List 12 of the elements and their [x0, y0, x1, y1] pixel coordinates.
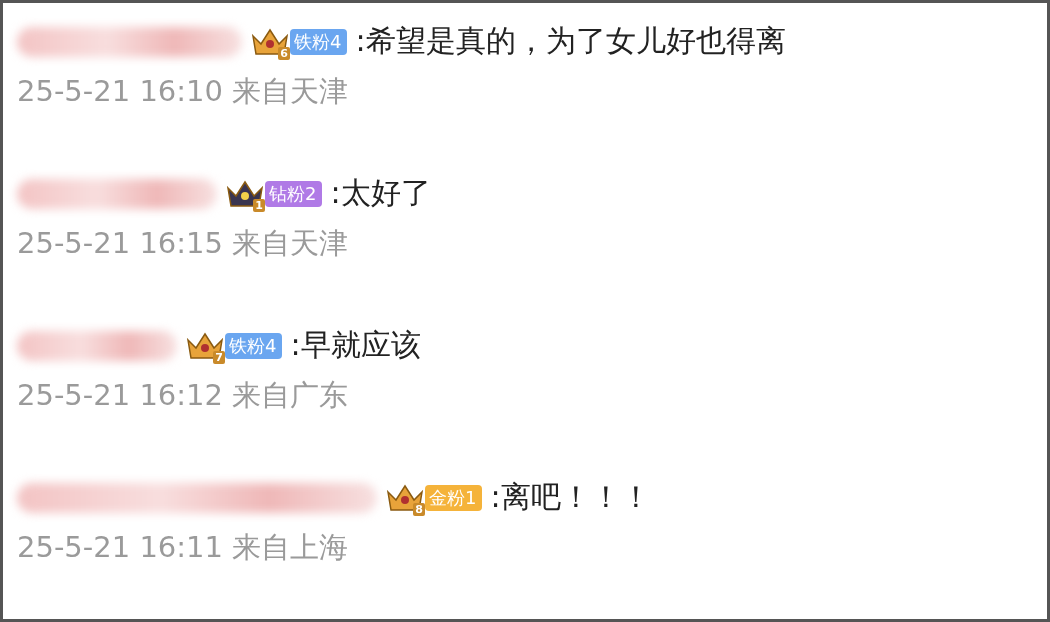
fan-badge: 铁粉4: [290, 28, 348, 55]
comment-text: :早就应该: [290, 326, 421, 364]
fan-badge: 金粉1: [425, 484, 483, 511]
comment-time: 25-5-21 16:12 来自广东: [17, 377, 350, 414]
fan-badge: 铁粉4: [225, 332, 283, 359]
comment-text: :离吧！！！: [490, 478, 651, 516]
comment-time: 25-5-21 16:11 来自上海: [17, 529, 350, 566]
comment-text: :希望是真的，为了女儿好也得离: [355, 22, 786, 60]
comment-time: 25-5-21 16:15 来自天津: [17, 225, 350, 262]
fan-badge: 钻粉2: [265, 180, 323, 207]
comment-text: :太好了: [330, 174, 431, 212]
comment-time: 25-5-21 16:10 来自天津: [17, 73, 350, 110]
